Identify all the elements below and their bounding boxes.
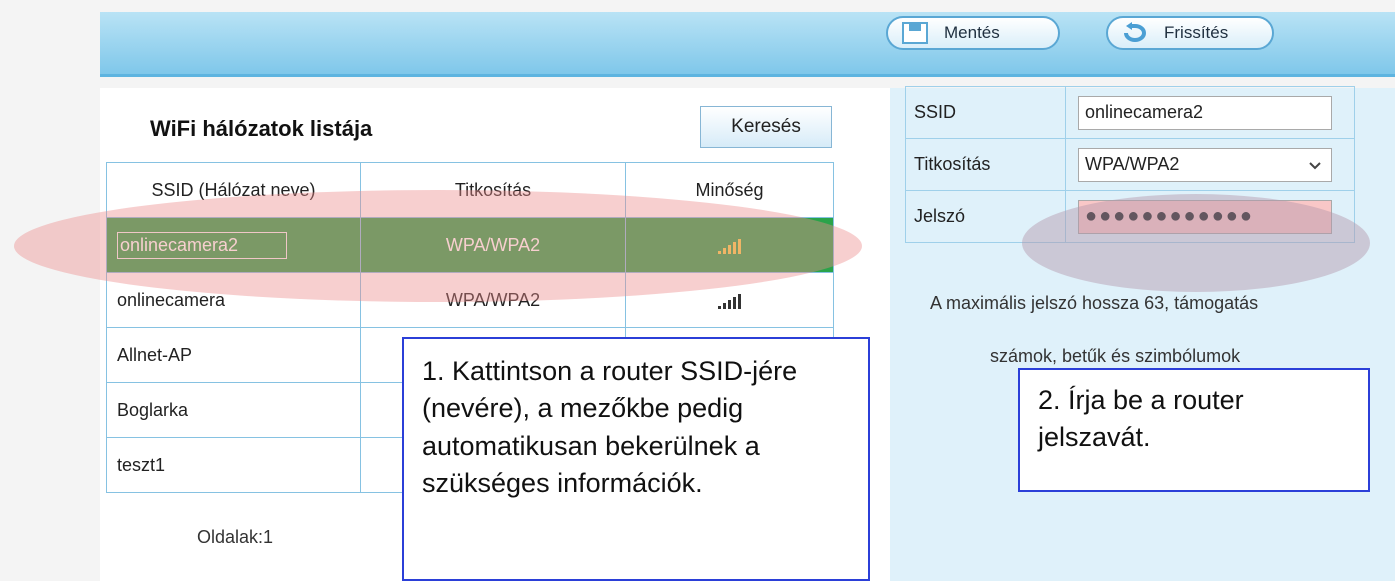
refresh-label: Frissítés [1164, 23, 1229, 42]
highlight-ellipse-password [1022, 194, 1370, 292]
refresh-button[interactable]: Frissítés [1106, 16, 1274, 50]
ssid-cell[interactable]: teszt1 [106, 437, 361, 493]
wifi-list-title: WiFi hálózatok listája [150, 116, 373, 141]
floppy-disk-icon [900, 21, 930, 45]
chevron-down-icon [1309, 154, 1321, 175]
signal-bars-icon [718, 293, 741, 309]
highlight-ellipse-selected-network [14, 190, 862, 302]
save-label: Mentés [944, 23, 1000, 42]
callout-step-2: 2. Írja be a router jelszavát. [1018, 368, 1370, 492]
callout-step-1: 1. Kattintson a router SSID-jére (nevére… [402, 337, 870, 581]
ssid-cell[interactable]: Boglarka [106, 382, 361, 438]
password-hint-line2: számok, betűk és szimbólumok [990, 346, 1241, 366]
password-hint-line1: A maximális jelszó hossza 63, támogatás [930, 293, 1259, 313]
encryption-select-value: WPA/WPA2 [1085, 154, 1180, 174]
ssid-label: SSID [905, 86, 1066, 139]
encryption-select[interactable]: WPA/WPA2 [1078, 147, 1332, 182]
ssid-input[interactable]: onlinecamera2 [1078, 95, 1332, 130]
save-button[interactable]: Mentés [886, 16, 1060, 50]
encryption-label: Titkosítás [905, 138, 1066, 191]
pagination-label: Oldalak:1 [197, 527, 274, 547]
refresh-arrow-icon [1120, 21, 1150, 45]
ssid-cell[interactable]: Allnet-AP [106, 327, 361, 383]
search-button[interactable]: Keresés [700, 106, 832, 148]
